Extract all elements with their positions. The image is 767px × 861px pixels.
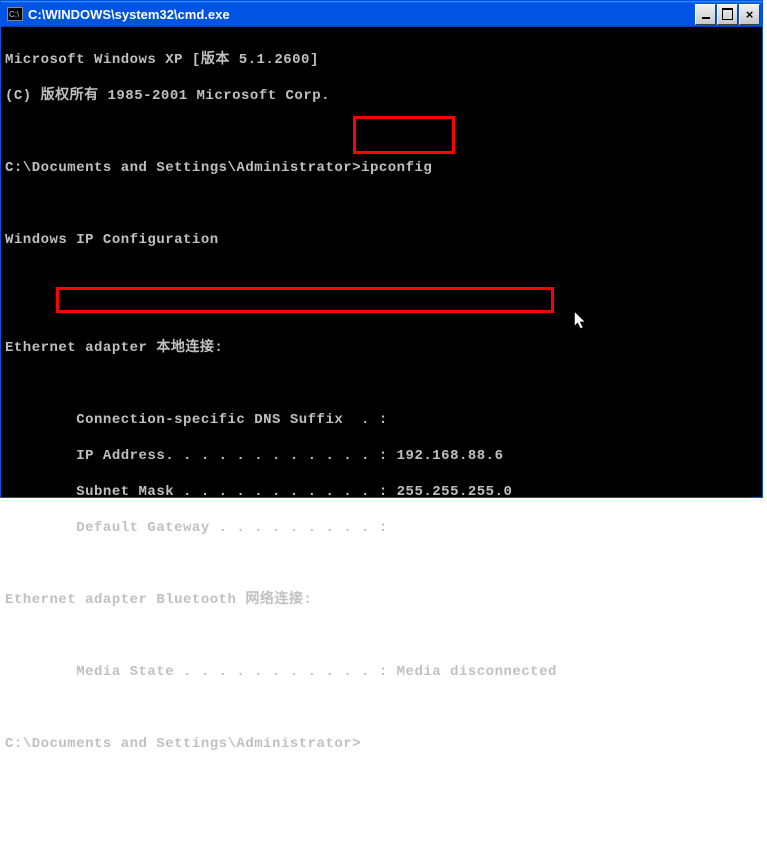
blank xyxy=(5,699,758,717)
maximize-button[interactable] xyxy=(717,4,738,25)
blank xyxy=(5,123,758,141)
prompt-line-1: C:\Documents and Settings\Administrator>… xyxy=(5,159,758,177)
terminal-output[interactable]: Microsoft Windows XP [版本 5.1.2600] (C) 版… xyxy=(1,27,762,497)
adapter1-ip: IP Address. . . . . . . . . . . . : 192.… xyxy=(5,447,758,465)
adapter2-media: Media State . . . . . . . . . . . : Medi… xyxy=(5,663,758,681)
cmd-icon: C:\ xyxy=(7,7,23,21)
blank xyxy=(5,555,758,573)
adapter1-dns: Connection-specific DNS Suffix . : xyxy=(5,411,758,429)
blank xyxy=(5,303,758,321)
header-line-2: (C) 版权所有 1985-2001 Microsoft Corp. xyxy=(5,87,758,105)
minimize-button[interactable] xyxy=(695,4,716,25)
window-controls: × xyxy=(695,4,760,25)
command-text: ipconfig xyxy=(361,160,432,176)
blank xyxy=(5,267,758,285)
cmd-window: C:\ C:\WINDOWS\system32\cmd.exe × Micros… xyxy=(0,0,763,498)
prompt-path: C:\Documents and Settings\Administrator> xyxy=(5,160,361,176)
titlebar[interactable]: C:\ C:\WINDOWS\system32\cmd.exe × xyxy=(1,1,762,27)
prompt-line-2: C:\Documents and Settings\Administrator> xyxy=(5,735,758,753)
blank xyxy=(5,627,758,645)
close-button[interactable]: × xyxy=(739,4,760,25)
blank xyxy=(5,375,758,393)
adapter1-gateway: Default Gateway . . . . . . . . . : xyxy=(5,519,758,537)
blank xyxy=(5,195,758,213)
header-line-1: Microsoft Windows XP [版本 5.1.2600] xyxy=(5,51,758,69)
ipconfig-title: Windows IP Configuration xyxy=(5,231,758,249)
window-title: C:\WINDOWS\system32\cmd.exe xyxy=(28,7,695,22)
adapter1-mask: Subnet Mask . . . . . . . . . . . : 255.… xyxy=(5,483,758,501)
adapter1-title: Ethernet adapter 本地连接: xyxy=(5,339,758,357)
adapter2-title: Ethernet adapter Bluetooth 网络连接: xyxy=(5,591,758,609)
